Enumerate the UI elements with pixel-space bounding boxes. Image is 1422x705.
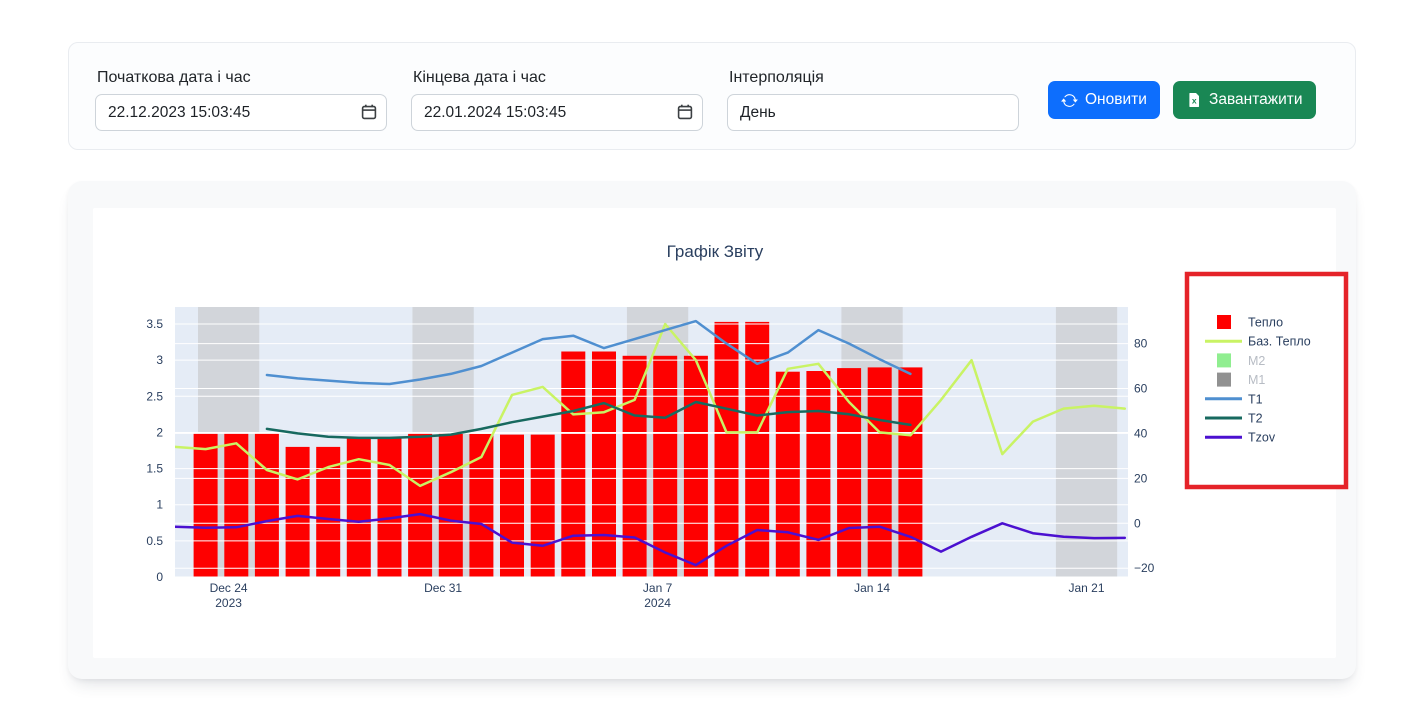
left-axis-tick: 3 xyxy=(156,353,163,367)
left-axis-tick: 1 xyxy=(156,498,163,512)
left-axis-tick: 3.5 xyxy=(146,317,163,331)
calendar-icon[interactable] xyxy=(677,104,693,120)
filter-panel: Початкова дата і час Кінцева дата і час xyxy=(68,42,1356,150)
legend-label: M2 xyxy=(1248,354,1265,368)
interpolation-input[interactable] xyxy=(727,94,1019,131)
report-chart[interactable]: Графік Звіту 0 0.5 1 1.5 2 2.5 3 3.5 −20 0 20 40 60 80… xyxy=(68,181,1356,679)
x-axis-tick: Jan 7 xyxy=(643,581,673,595)
end-datetime-value[interactable] xyxy=(411,94,703,131)
interpolation-value[interactable] xyxy=(727,94,1019,131)
legend-marker-square xyxy=(1217,373,1231,387)
legend-label: T2 xyxy=(1248,412,1263,426)
download-button-label: Завантажити xyxy=(1209,91,1303,109)
start-datetime-input[interactable] xyxy=(95,94,387,131)
bar-teplo[interactable] xyxy=(561,352,585,578)
left-axis-tick: 2 xyxy=(156,425,163,439)
x-axis-tick-year: 2024 xyxy=(644,596,671,610)
bar-teplo[interactable] xyxy=(531,435,555,577)
x-axis-tick: Jan 21 xyxy=(1068,581,1104,595)
chart-card: Графік Звіту 0 0.5 1 1.5 2 2.5 3 3.5 −20 0 20 40 60 80… xyxy=(68,181,1356,679)
bar-teplo[interactable] xyxy=(378,438,402,577)
legend-box xyxy=(1187,274,1346,487)
right-axis-tick: 40 xyxy=(1134,426,1148,440)
legend-label: T1 xyxy=(1248,392,1263,406)
legend-label: Tzov xyxy=(1248,431,1276,445)
bar-teplo[interactable] xyxy=(898,367,922,577)
calendar-icon[interactable] xyxy=(361,104,377,120)
end-datetime-field: Кінцева дата і час xyxy=(411,69,703,131)
refresh-button[interactable]: Оновити xyxy=(1048,81,1160,119)
left-axis-tick: 0.5 xyxy=(146,534,163,548)
legend-marker-square xyxy=(1217,353,1231,367)
bar-teplo[interactable] xyxy=(868,367,892,577)
chart-title: Графік Звіту xyxy=(667,242,764,261)
excel-file-icon: x xyxy=(1186,92,1202,108)
legend-marker-square xyxy=(1217,315,1231,329)
legend-item-Тепло[interactable]: Тепло xyxy=(1217,315,1283,330)
left-axis-tick: 2.5 xyxy=(146,389,163,403)
legend-label: Тепло xyxy=(1248,316,1283,330)
right-axis-tick: 60 xyxy=(1134,382,1148,396)
right-axis-tick: 80 xyxy=(1134,337,1148,351)
start-datetime-field: Початкова дата і час xyxy=(95,69,387,131)
svg-text:x: x xyxy=(1192,95,1197,105)
interpolation-label: Інтерполяція xyxy=(729,69,1019,87)
right-axis-tick: −20 xyxy=(1134,561,1155,575)
start-datetime-label: Початкова дата і час xyxy=(97,69,387,87)
end-datetime-input[interactable] xyxy=(411,94,703,131)
x-axis-tick: Dec 31 xyxy=(424,581,462,595)
start-datetime-value[interactable] xyxy=(95,94,387,131)
bar-teplo[interactable] xyxy=(837,368,861,577)
refresh-icon xyxy=(1061,92,1078,109)
right-axis-tick: 20 xyxy=(1134,471,1148,485)
end-datetime-label: Кінцева дата і час xyxy=(413,69,703,87)
legend-label: M1 xyxy=(1248,373,1265,387)
bar-teplo[interactable] xyxy=(286,447,310,577)
interpolation-field: Інтерполяція xyxy=(727,69,1019,131)
x-axis-tick-year: 2023 xyxy=(215,596,242,610)
bar-teplo[interactable] xyxy=(592,352,616,578)
download-button[interactable]: x Завантажити xyxy=(1173,81,1316,119)
bar-teplo[interactable] xyxy=(776,372,800,577)
left-axis-tick: 1.5 xyxy=(146,462,163,476)
bar-teplo[interactable] xyxy=(500,435,524,577)
refresh-button-label: Оновити xyxy=(1085,91,1147,109)
x-axis-tick: Dec 24 xyxy=(210,581,248,595)
bar-teplo[interactable] xyxy=(806,371,830,577)
legend-label: Баз. Тепло xyxy=(1248,335,1311,349)
right-axis-tick: 0 xyxy=(1134,516,1141,530)
x-axis-tick: Jan 14 xyxy=(854,581,890,595)
left-axis-tick: 0 xyxy=(156,570,163,584)
